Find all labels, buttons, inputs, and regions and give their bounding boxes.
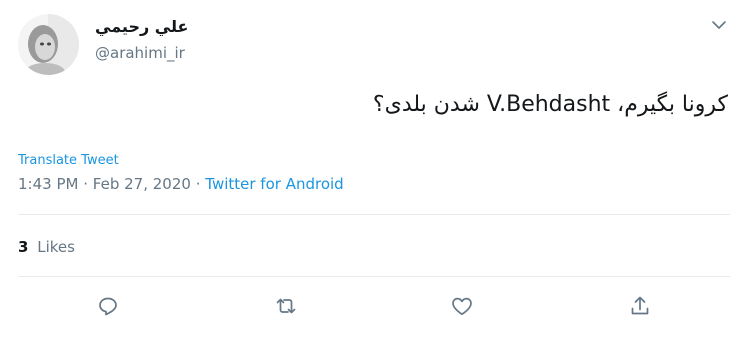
avatar[interactable] bbox=[18, 14, 79, 75]
retweet-icon bbox=[274, 294, 298, 322]
like-button[interactable] bbox=[448, 294, 476, 322]
meta-separator: · bbox=[83, 175, 89, 193]
tweet-date[interactable]: Feb 27, 2020 bbox=[93, 175, 191, 193]
translate-tweet-link[interactable]: Translate Tweet bbox=[18, 153, 119, 168]
likes-count: 3 bbox=[18, 238, 29, 256]
heart-icon bbox=[450, 294, 474, 322]
meta-separator: · bbox=[195, 175, 201, 193]
reply-icon bbox=[96, 294, 120, 322]
tweet-meta: 1:43 PM · Feb 27, 2020 · Twitter for And… bbox=[18, 175, 344, 193]
tweet-source-link[interactable]: Twitter for Android bbox=[205, 175, 343, 193]
divider bbox=[18, 214, 730, 215]
author-handle[interactable]: @arahimi_ir bbox=[95, 44, 185, 62]
retweet-button[interactable] bbox=[272, 294, 300, 322]
share-icon bbox=[628, 294, 652, 322]
tweet-text: کرونا بگیرم، V.Behdasht شدن بلدی؟ bbox=[372, 92, 728, 117]
tweet-time[interactable]: 1:43 PM bbox=[18, 175, 78, 193]
reply-button[interactable] bbox=[94, 294, 122, 322]
likes-label: Likes bbox=[37, 238, 75, 256]
chevron-down-icon[interactable] bbox=[710, 16, 728, 34]
author-display-name[interactable]: علي رحيمي bbox=[95, 17, 188, 36]
likes-count-link[interactable]: 3 Likes bbox=[18, 238, 75, 256]
share-button[interactable] bbox=[626, 294, 654, 322]
divider bbox=[18, 276, 730, 277]
